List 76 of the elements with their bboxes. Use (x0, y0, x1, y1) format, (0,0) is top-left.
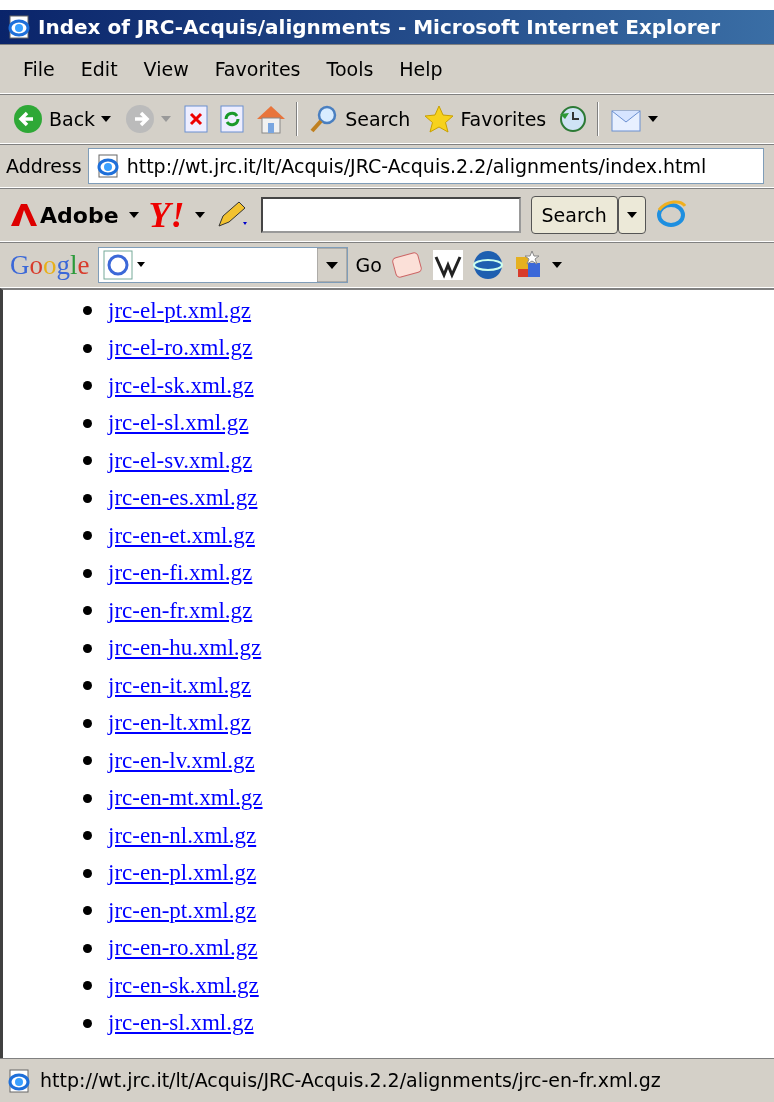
bullet-icon (83, 718, 92, 728)
page-icon (6, 14, 32, 40)
menu-item[interactable]: Favorites (201, 50, 314, 88)
file-link[interactable]: jrc-en-es.xml.gz (108, 481, 258, 516)
dropdown-button[interactable] (617, 195, 646, 235)
file-link[interactable]: jrc-en-fr.xml.gz (108, 593, 253, 628)
menu-item[interactable]: View (130, 50, 202, 88)
dropdown-icon[interactable] (128, 212, 139, 218)
bullet-icon (83, 343, 92, 353)
search-button[interactable]: Search (530, 195, 618, 235)
stop-icon[interactable] (182, 104, 211, 134)
favorites-button[interactable]: Favorites (421, 102, 550, 136)
bullet-icon (83, 418, 92, 428)
file-link[interactable]: jrc-en-lt.xml.gz (108, 706, 252, 741)
bullet-icon (83, 531, 92, 541)
menu-item[interactable]: Help (386, 50, 456, 88)
file-link[interactable]: jrc-en-et.xml.gz (108, 518, 255, 553)
file-link[interactable]: jrc-en-hu.xml.gz (108, 631, 262, 666)
bullet-icon (83, 568, 92, 578)
globe-icon[interactable] (471, 249, 504, 281)
file-link[interactable]: jrc-en-fi.xml.gz (108, 556, 253, 591)
adobe-logo-icon (10, 203, 38, 227)
bullet-icon (83, 681, 92, 691)
bullet-icon (83, 981, 92, 991)
file-link[interactable]: jrc-en-pt.xml.gz (108, 893, 257, 928)
dropdown-icon[interactable] (194, 212, 205, 218)
bullet-icon (83, 906, 92, 916)
file-link[interactable]: jrc-el-sl.xml.gz (108, 406, 249, 441)
star-icon (424, 104, 455, 134)
file-link[interactable]: jrc-en-lv.xml.gz (108, 743, 255, 778)
bullet-icon (83, 456, 92, 466)
file-link[interactable]: jrc-en-sk.xml.gz (108, 968, 259, 1003)
window-title: Index of JRC-Acquis/alignments - Microsoft Internet Explorer (38, 14, 720, 41)
google-search-field[interactable] (97, 247, 348, 283)
address-field[interactable]: http://wt.jrc.it/lt/Acquis/JRC-Acquis.2.2/alignments/index.html (87, 148, 764, 184)
file-link[interactable]: jrc-en-ro.xml.gz (108, 931, 258, 966)
bullet-icon (83, 831, 92, 841)
file-link[interactable]: jrc-el-sk.xml.gz (108, 368, 254, 403)
file-link[interactable]: jrc-el-ro.xml.gz (108, 331, 253, 366)
back-button[interactable]: Back (10, 102, 115, 136)
bullet-icon (83, 306, 92, 316)
search-field[interactable] (260, 197, 521, 233)
file-link[interactable]: jrc-en-sl.xml.gz (108, 1006, 254, 1041)
bullet-icon (83, 643, 92, 653)
bullet-icon (83, 1018, 92, 1028)
bullet-icon (83, 756, 92, 766)
bullet-icon (83, 868, 92, 878)
menu-item[interactable]: Tools (313, 50, 387, 88)
file-link[interactable]: jrc-el-pt.xml.gz (108, 293, 252, 328)
file-link[interactable]: jrc-el-sv.xml.gz (108, 443, 253, 478)
dropdown-icon (626, 212, 637, 218)
bullet-icon (83, 493, 92, 503)
menu-item[interactable]: File (10, 50, 68, 88)
dropdown-icon[interactable] (551, 262, 562, 268)
g-icon (102, 250, 147, 280)
status-text: http://wt.jrc.it/lt/Acquis/JRC-Acquis.2.2/alignments/jrc-en-fr.xml.gz (40, 1068, 661, 1094)
bullet-icon (83, 381, 92, 391)
go-button[interactable]: Go (355, 250, 382, 280)
page-icon (6, 1067, 32, 1094)
search-button[interactable]: Search (306, 102, 414, 136)
file-link[interactable]: jrc-en-pl.xml.gz (108, 856, 257, 891)
file-link[interactable]: jrc-en-mt.xml.gz (108, 781, 263, 816)
bullet-icon (83, 793, 92, 803)
file-link[interactable]: jrc-en-nl.xml.gz (108, 818, 257, 853)
menu-item[interactable]: Edit (67, 50, 131, 88)
adobe-button[interactable]: Adobe (10, 198, 119, 232)
dropdown-icon[interactable] (648, 116, 659, 122)
address-label: Address (6, 153, 82, 179)
refresh-icon[interactable] (218, 104, 247, 134)
ie-logo-icon (655, 200, 686, 230)
file-link[interactable]: jrc-en-it.xml.gz (108, 668, 252, 703)
wikipedia-icon[interactable] (431, 249, 464, 281)
dropdown-icon[interactable] (101, 116, 112, 122)
bullet-icon (83, 606, 92, 616)
dropdown-arrow-icon[interactable] (316, 248, 347, 282)
bullet-icon (83, 943, 92, 953)
